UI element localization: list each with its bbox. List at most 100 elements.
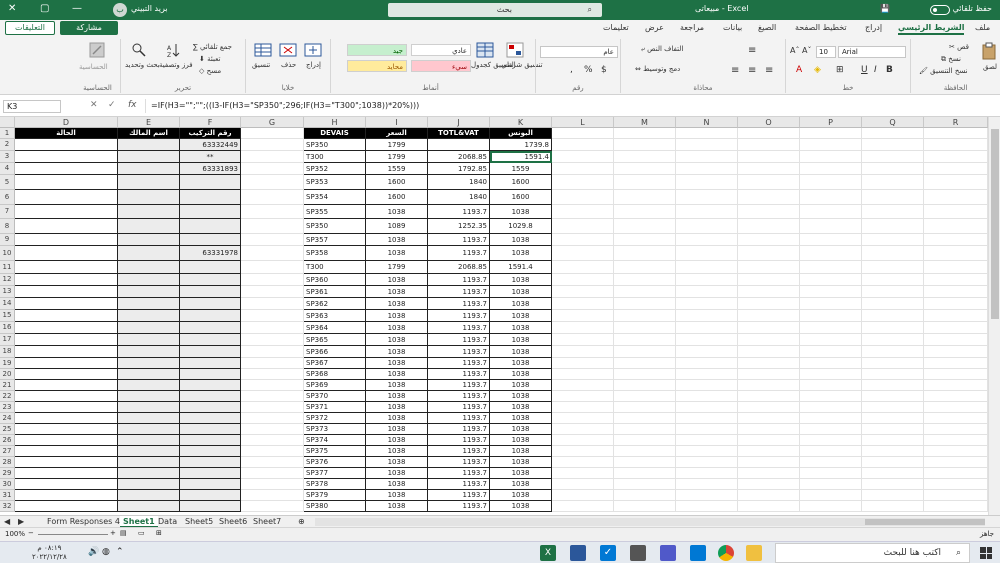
cell[interactable] (241, 151, 304, 163)
table-cell[interactable]: 1559 (490, 163, 552, 175)
cancel-icon[interactable]: ✕ (90, 100, 98, 110)
autosum-button[interactable]: ∑ جمع تلقائي (193, 43, 232, 51)
table-cell[interactable]: 1038 (490, 358, 552, 369)
cell[interactable] (241, 479, 304, 490)
table-cell[interactable]: 1193.7 (428, 490, 490, 501)
column-header-q[interactable]: Q (862, 117, 924, 128)
table-cell[interactable]: 1193.7 (428, 322, 490, 334)
cell[interactable] (118, 246, 180, 261)
tab-insert[interactable]: إدراج (865, 23, 882, 32)
cell[interactable] (552, 369, 614, 380)
table-cell[interactable]: SP376 (304, 457, 366, 468)
cell[interactable] (676, 334, 738, 346)
table-cell[interactable]: 1799 (366, 151, 428, 163)
formula-input[interactable]: =IF(H3="";"";((I3-IF(H3="SP350";296;IF(H… (145, 99, 995, 113)
header-cell[interactable]: رقم التركيب (180, 128, 241, 139)
sort-filter-icon[interactable]: AZ (166, 42, 182, 58)
cell[interactable] (15, 346, 118, 358)
table-cell[interactable]: 1038 (490, 274, 552, 286)
column-header-o[interactable]: O (738, 117, 800, 128)
fill-color-icon[interactable]: ◈ (814, 65, 821, 75)
cell[interactable] (180, 261, 241, 274)
cell[interactable] (800, 286, 862, 298)
cell[interactable] (118, 435, 180, 446)
page-layout-view-icon[interactable]: ▭ (138, 529, 145, 537)
cell[interactable] (552, 310, 614, 322)
zoom-slider[interactable] (38, 534, 108, 535)
table-cell[interactable]: 1193.7 (428, 286, 490, 298)
cell[interactable] (180, 175, 241, 190)
cell[interactable] (15, 334, 118, 346)
install-number-cell[interactable]: 63331978 (180, 246, 241, 261)
cell[interactable] (862, 310, 924, 322)
style-bad[interactable]: سيء (411, 60, 471, 72)
table-cell[interactable]: 1193.7 (428, 205, 490, 219)
cell[interactable] (241, 358, 304, 369)
cell[interactable] (614, 413, 676, 424)
cell[interactable] (180, 358, 241, 369)
cell[interactable] (738, 358, 800, 369)
cell[interactable] (738, 334, 800, 346)
row-header-2[interactable]: 2 (0, 139, 15, 151)
cell[interactable] (676, 310, 738, 322)
cell[interactable] (241, 175, 304, 190)
cell[interactable] (552, 334, 614, 346)
table-cell[interactable]: SP367 (304, 358, 366, 369)
cell[interactable] (180, 190, 241, 205)
cell[interactable] (862, 380, 924, 391)
cell[interactable] (552, 424, 614, 435)
table-cell[interactable]: 1038 (490, 286, 552, 298)
tab-home[interactable]: الشريط الرئيسي (898, 23, 965, 35)
cell[interactable] (800, 246, 862, 261)
table-cell[interactable]: 2068.85 (428, 261, 490, 274)
cell[interactable] (800, 380, 862, 391)
explorer-taskbar-icon[interactable] (746, 545, 762, 561)
table-cell[interactable]: 1193.7 (428, 402, 490, 413)
avatar[interactable]: ب (113, 3, 127, 17)
cell[interactable] (676, 435, 738, 446)
cell[interactable] (118, 334, 180, 346)
cell[interactable] (738, 246, 800, 261)
cell[interactable] (15, 468, 118, 479)
merge-center-button[interactable]: ⇔ دمج وتوسيط (635, 65, 680, 73)
cell[interactable] (241, 490, 304, 501)
table-cell[interactable]: 1038 (490, 435, 552, 446)
tab-review[interactable]: مراجعة (680, 23, 704, 32)
cell[interactable] (614, 246, 676, 261)
row-header-21[interactable]: 21 (0, 380, 15, 391)
name-box[interactable]: K3 (3, 100, 61, 113)
cell[interactable] (15, 402, 118, 413)
cell[interactable] (180, 334, 241, 346)
cell[interactable] (118, 234, 180, 246)
cell[interactable] (614, 380, 676, 391)
cell[interactable] (924, 501, 988, 512)
tab-file[interactable]: ملف (975, 23, 990, 32)
table-cell[interactable]: 1038 (366, 446, 428, 457)
cell[interactable] (180, 479, 241, 490)
cell[interactable] (614, 490, 676, 501)
cell[interactable] (862, 151, 924, 163)
cell[interactable] (676, 286, 738, 298)
italic-button[interactable]: I (874, 65, 877, 75)
cell[interactable] (676, 298, 738, 310)
windows-start-icon[interactable] (980, 547, 992, 559)
paste-label[interactable]: لصق (983, 63, 997, 71)
table-cell[interactable]: 1029.8 (490, 219, 552, 234)
cell[interactable] (241, 413, 304, 424)
row-header-12[interactable]: 12 (0, 274, 15, 286)
cell[interactable] (924, 435, 988, 446)
table-cell[interactable]: 1193.7 (428, 310, 490, 322)
cell[interactable] (862, 435, 924, 446)
cell[interactable] (800, 274, 862, 286)
cell[interactable] (924, 424, 988, 435)
cell[interactable] (180, 402, 241, 413)
table-cell[interactable]: SP380 (304, 501, 366, 512)
table-cell[interactable]: T300 (304, 261, 366, 274)
cell[interactable] (15, 490, 118, 501)
cell[interactable] (862, 322, 924, 334)
cell[interactable] (738, 413, 800, 424)
cell[interactable] (800, 139, 862, 151)
cell[interactable] (738, 369, 800, 380)
table-cell[interactable]: 1591.4 (490, 261, 552, 274)
table-cell[interactable]: 1038 (490, 446, 552, 457)
